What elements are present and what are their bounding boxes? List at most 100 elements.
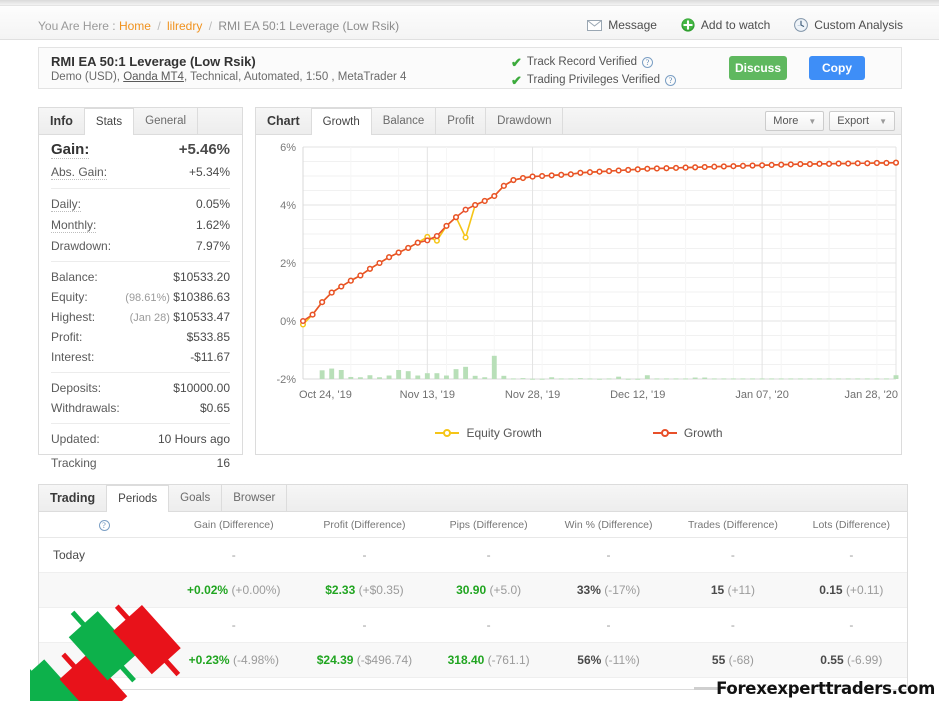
stat-drawdown: Drawdown: 7.97% bbox=[51, 236, 230, 256]
tab-balance[interactable]: Balance bbox=[370, 108, 437, 134]
help-icon[interactable]: ? bbox=[98, 520, 110, 531]
tab-stats[interactable]: Stats bbox=[83, 108, 135, 135]
trading-panel-title: Trading bbox=[50, 491, 96, 505]
breadcrumb-separator-2: / bbox=[208, 19, 213, 33]
legend-item-growth[interactable]: Growth bbox=[652, 426, 723, 440]
account-header-box: RMI EA 50:1 Leverage (Low Rsik) Demo (US… bbox=[38, 47, 902, 89]
cell-main-value: +0.23% bbox=[188, 653, 230, 667]
verification-track-record-label: Track Record Verified bbox=[526, 56, 638, 68]
help-icon[interactable]: ? bbox=[665, 74, 677, 86]
top-actions: Message Add to watch Custom Analysis bbox=[587, 18, 903, 32]
tab-browser[interactable]: Browser bbox=[221, 485, 288, 511]
stat-profit: Profit: $533.85 bbox=[51, 327, 230, 347]
col-gain[interactable]: Gain (Difference) bbox=[169, 512, 299, 538]
broker-link[interactable]: Oanda MT4 bbox=[123, 71, 184, 83]
cell-main-value: 0.15 bbox=[819, 583, 843, 597]
breadcrumb-user-link[interactable]: lilredry bbox=[167, 19, 202, 33]
cell-main-value: $24.39 bbox=[316, 653, 354, 667]
stat-monthly: Monthly: 1.62% bbox=[51, 215, 230, 236]
table-cell-trades: - bbox=[670, 537, 796, 573]
table-cell-period bbox=[39, 642, 169, 678]
stat-interest-value: -$11.67 bbox=[190, 350, 230, 364]
cell-difference-value: (+0.11) bbox=[845, 583, 884, 597]
table-cell-lots: 0.55 (-6.99) bbox=[795, 642, 907, 678]
table-cell-lots: - bbox=[795, 607, 907, 643]
cell-difference-value: (+11) bbox=[727, 583, 755, 597]
cell-difference-value: (-$496.74) bbox=[356, 653, 413, 667]
stat-withdrawals-label: Withdrawals: bbox=[51, 401, 120, 415]
cell-main-value: $2.33 bbox=[325, 583, 356, 597]
discuss-button[interactable]: Discuss bbox=[729, 56, 787, 80]
envelope-icon bbox=[587, 19, 603, 31]
col-profit[interactable]: Profit (Difference) bbox=[298, 512, 431, 538]
chart-options: More ▼ Export ▼ bbox=[765, 111, 895, 131]
stat-gain-value: +5.46% bbox=[178, 141, 230, 158]
col-win[interactable]: Win % (Difference) bbox=[546, 512, 671, 538]
empty-value: - bbox=[231, 618, 236, 632]
cell-main-value: 0.55 bbox=[820, 653, 844, 667]
table-row[interactable]: Today - - - - - - bbox=[39, 537, 907, 573]
check-icon: ✔ bbox=[511, 54, 522, 70]
svg-text:Dec 12, '19: Dec 12, '19 bbox=[610, 389, 665, 401]
divider bbox=[51, 423, 230, 424]
svg-text:4%: 4% bbox=[280, 200, 296, 212]
growth-chart[interactable]: -2% 0% 2% 4% 6% Oct 24, '19 Nov 13, '19 Nov 28,… bbox=[256, 135, 901, 455]
stat-equity-label: Equity: bbox=[51, 290, 88, 304]
stat-updated-value: 10 Hours ago bbox=[157, 432, 230, 446]
periods-table-header-row: ? Gain (Difference) Profit (Difference) … bbox=[39, 512, 907, 538]
table-cell-lots: 0.15 (+0.11) bbox=[795, 572, 907, 608]
tab-periods[interactable]: Periods bbox=[106, 485, 170, 512]
site-watermark: Forexexperttraders.com bbox=[716, 679, 935, 698]
empty-value: - bbox=[730, 618, 735, 632]
col-period: ? bbox=[39, 512, 169, 538]
export-dropdown[interactable]: Export ▼ bbox=[829, 111, 895, 131]
col-lots[interactable]: Lots (Difference) bbox=[795, 512, 907, 538]
breadcrumb-home-link[interactable]: Home bbox=[119, 19, 151, 33]
tab-growth[interactable]: Growth bbox=[310, 108, 372, 135]
message-action[interactable]: Message bbox=[587, 18, 657, 32]
table-cell-period bbox=[39, 607, 169, 643]
stat-monthly-value: 1.62% bbox=[195, 218, 230, 232]
tab-profit[interactable]: Profit bbox=[435, 108, 487, 134]
cell-difference-value: (-17%) bbox=[604, 583, 641, 597]
custom-analysis-action[interactable]: Custom Analysis bbox=[794, 18, 903, 32]
help-icon[interactable]: ? bbox=[642, 56, 654, 68]
plus-circle-icon bbox=[681, 18, 695, 32]
table-row[interactable]: +0.02% (+0.00%) $2.33 (+$0.35) 30.90 (+5.0… bbox=[39, 572, 907, 608]
stat-equity-value-wrap: (98.61%) $10386.63 bbox=[125, 290, 230, 304]
breadcrumb-current: RMI EA 50:1 Leverage (Low Rsik) bbox=[218, 19, 400, 33]
table-cell-pips: - bbox=[430, 607, 547, 643]
more-dropdown[interactable]: More ▼ bbox=[765, 111, 825, 131]
table-row[interactable]: +0.23% (-4.98%) $24.39 (-$496.74) 318.40 (… bbox=[39, 642, 907, 678]
verification-list: ✔ Track Record Verified ? ✔ Trading Priv… bbox=[511, 54, 677, 90]
table-cell-gain: +0.02% (+0.00%) bbox=[169, 572, 299, 608]
legend-item-equity-growth[interactable]: Equity Growth bbox=[434, 426, 542, 440]
col-trades[interactable]: Trades (Difference) bbox=[670, 512, 796, 538]
table-cell-win: 33% (-17%) bbox=[546, 572, 671, 608]
copy-button[interactable]: Copy bbox=[809, 56, 865, 80]
check-icon: ✔ bbox=[511, 72, 522, 88]
table-cell-trades: - bbox=[670, 607, 796, 643]
empty-value: - bbox=[486, 548, 491, 562]
growth-chart-svg: -2% 0% 2% 4% 6% Oct 24, '19 Nov 13, '19 Nov 28,… bbox=[276, 142, 900, 401]
stat-drawdown-value: 7.97% bbox=[195, 239, 230, 253]
tab-drawdown[interactable]: Drawdown bbox=[485, 108, 564, 134]
stat-gain-label: Gain: bbox=[51, 141, 90, 159]
cell-main-value: +0.02% bbox=[187, 583, 229, 597]
legend-label-equity-growth: Equity Growth bbox=[466, 426, 542, 440]
chart-legend: Equity Growth Growth bbox=[256, 426, 901, 440]
legend-label-growth: Growth bbox=[683, 426, 723, 440]
table-cell-trades: 15 (+11) bbox=[670, 572, 796, 608]
empty-value: - bbox=[362, 618, 367, 632]
tab-general[interactable]: General bbox=[133, 108, 199, 134]
stat-daily-value: 0.05% bbox=[195, 197, 230, 211]
table-cell-period bbox=[39, 572, 169, 608]
tab-goals[interactable]: Goals bbox=[168, 485, 223, 511]
add-to-watch-action[interactable]: Add to watch bbox=[681, 18, 770, 32]
stat-abs-gain-value: +5.34% bbox=[188, 165, 230, 179]
cell-difference-value: (-68) bbox=[728, 653, 754, 667]
table-row[interactable]: ------ bbox=[39, 607, 907, 643]
col-pips[interactable]: Pips (Difference) bbox=[430, 512, 547, 538]
chart-panel-title: Chart bbox=[267, 114, 300, 128]
cell-difference-value: (-6.99) bbox=[847, 653, 883, 667]
